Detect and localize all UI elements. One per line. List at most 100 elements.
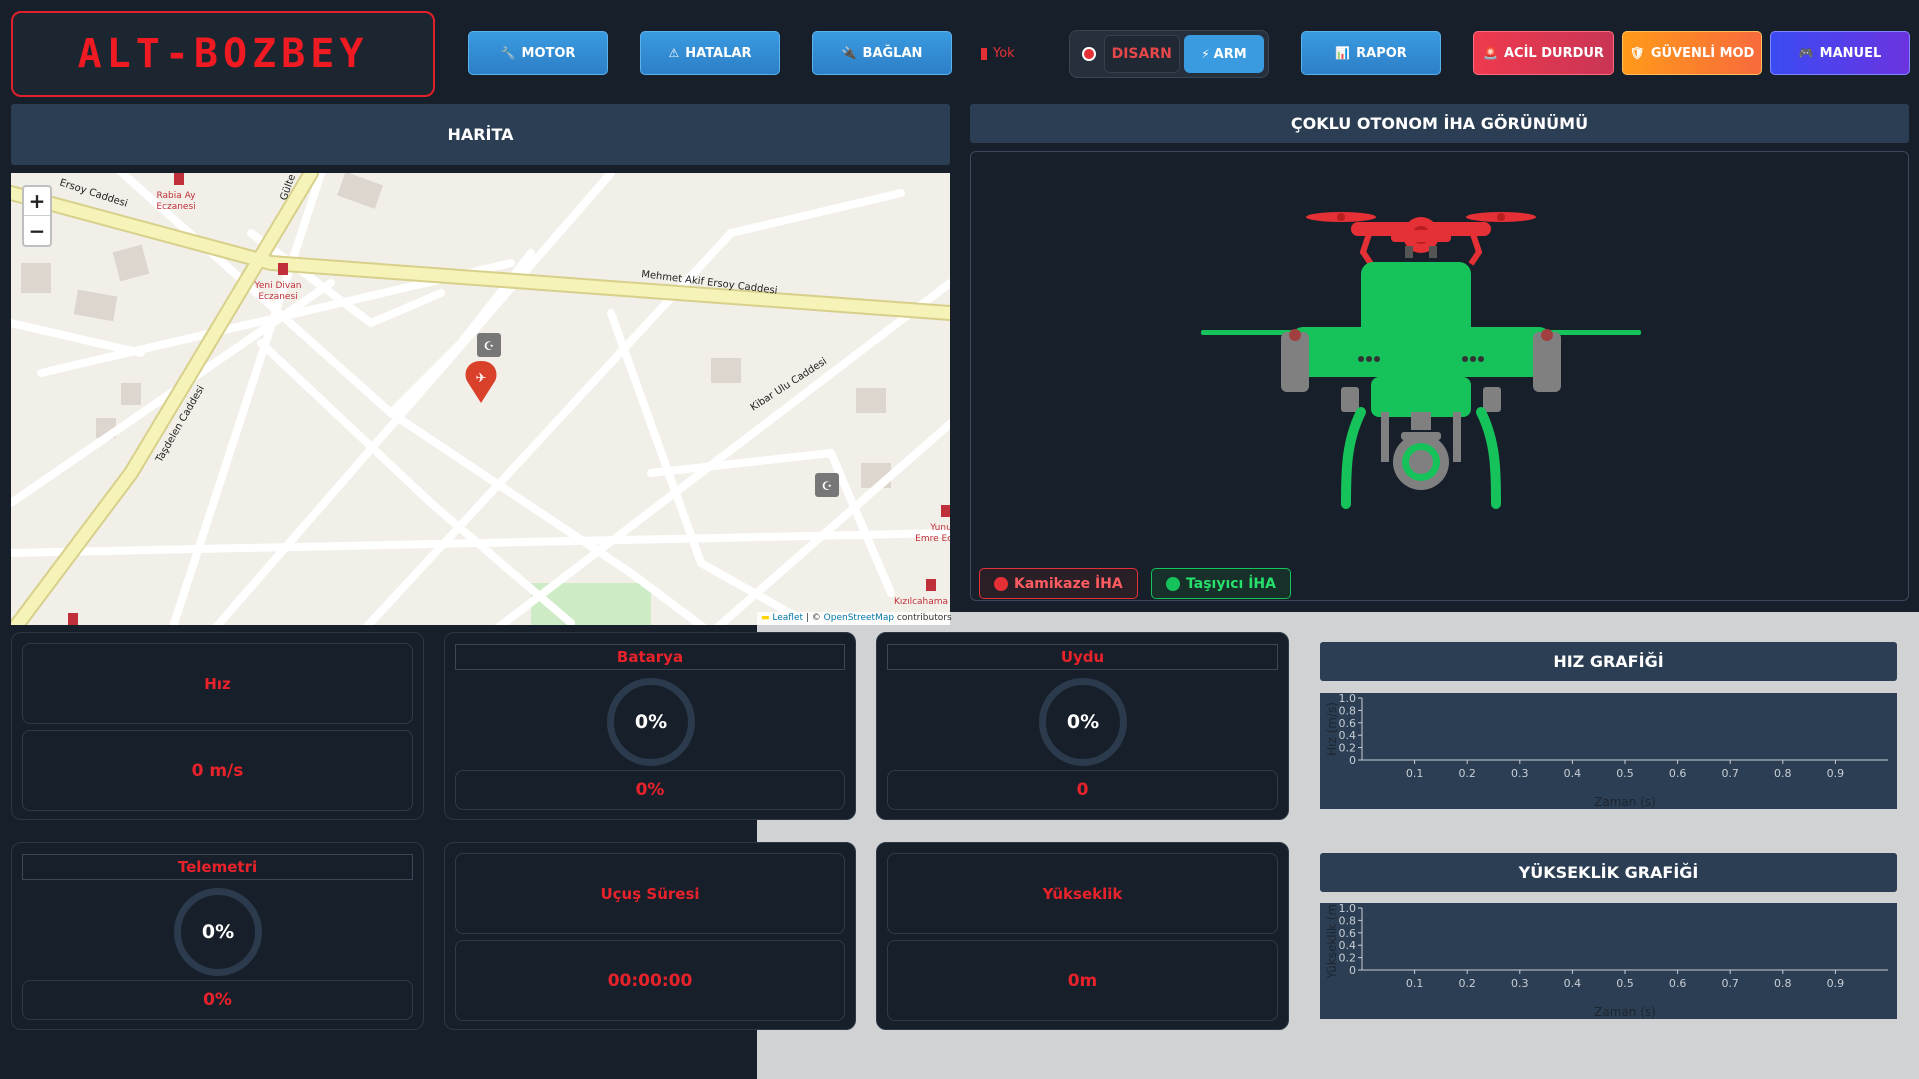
speed-card: Hız 0 m/s bbox=[11, 632, 424, 820]
legend-label: Kamikaze İHA bbox=[1014, 575, 1123, 592]
speed-chart-svg: 00.20.40.60.81.00.1 0.2 0.3 0.4 0.5 0.6 0.7 0.8… bbox=[1325, 692, 1888, 809]
carrier-drone-icon bbox=[1201, 262, 1641, 509]
x-axis-label: Zaman (s) bbox=[1594, 795, 1656, 809]
motor-button[interactable]: 🔧 MOTOR bbox=[468, 31, 608, 75]
leaflet-flag-icon: ▬ bbox=[761, 613, 770, 623]
altitude-chart-svg: 00.20.40.60.81.00.1 0.2 0.3 0.4 0.5 0.6 0.7 0.8… bbox=[1325, 899, 1888, 1019]
y-tick-label: 0 bbox=[1349, 754, 1356, 767]
connection-status-text: Yok bbox=[993, 46, 1015, 61]
speed-chart[interactable]: 0 0.2 0.4 0.6 0.8 1.0 0.1 0.2 0.3 0.4 0.5 0.6 0.7 0.8… bbox=[1320, 692, 1897, 809]
zoom-out-button[interactable]: − bbox=[24, 216, 50, 245]
connect-button-label: BAĞLAN bbox=[862, 45, 923, 61]
app-logo: ALT-BOZBEY bbox=[11, 11, 435, 97]
manual-button[interactable]: 🎮 MANUEL bbox=[1770, 31, 1910, 75]
satellite-value: 0 bbox=[887, 770, 1278, 810]
arm-button-label: ARM bbox=[1213, 46, 1247, 62]
map-view[interactable]: Mehmet Akif Ersoy Caddesi Ersoy Caddesi … bbox=[11, 173, 950, 625]
flight-time-label: Uçuş Süresi bbox=[455, 853, 845, 934]
battery-gauge: 0% bbox=[607, 678, 695, 766]
speed-value: 0 m/s bbox=[22, 730, 413, 811]
hdop-readout: HDOP: - bbox=[1852, 1043, 1900, 1057]
y-tick-label: 0.6 bbox=[1339, 717, 1357, 730]
report-button[interactable]: 📊 RAPOR bbox=[1301, 31, 1441, 75]
x-axis-label: Zaman (s) bbox=[1594, 1005, 1656, 1019]
x-tick-label: 0.9 bbox=[1827, 767, 1845, 780]
leaflet-link[interactable]: Leaflet bbox=[772, 613, 803, 623]
wrench-icon: 🔧 bbox=[500, 46, 516, 60]
x-tick-label: 0.3 bbox=[1511, 977, 1529, 990]
status-indicator-icon bbox=[981, 47, 987, 60]
errors-button[interactable]: ⚠ HATALAR bbox=[640, 31, 780, 75]
emergency-stop-button[interactable]: 🚨 ACİL DURDUR bbox=[1473, 31, 1614, 75]
legend-label: Taşıyıcı İHA bbox=[1186, 575, 1276, 592]
flight-time-card: Uçuş Süresi 00:00:00 bbox=[444, 842, 856, 1030]
osm-link[interactable]: OpenStreetMap bbox=[824, 613, 894, 623]
y-tick-label: 1.0 bbox=[1339, 903, 1357, 915]
errors-button-label: HATALAR bbox=[685, 45, 752, 61]
flight-time-value: 00:00:00 bbox=[455, 940, 845, 1021]
zoom-control: + − bbox=[22, 185, 52, 247]
speed-chart-title: HIZ GRAFİĞİ bbox=[1320, 642, 1897, 681]
y-tick-label: 0.4 bbox=[1339, 939, 1357, 952]
red-dot-icon bbox=[994, 576, 1008, 591]
y-axis-label: Yükseklik (m) bbox=[1325, 903, 1339, 980]
y-tick-label: 0.8 bbox=[1339, 914, 1357, 927]
legend-carrier[interactable]: Taşıyıcı İHA bbox=[1151, 568, 1291, 599]
lightning-icon: ⚡ bbox=[1201, 47, 1210, 61]
x-tick-label: 0.6 bbox=[1669, 977, 1687, 990]
poi-label: Yeni Divan bbox=[254, 281, 302, 291]
satellite-card: Uydu 0% 0 bbox=[876, 632, 1289, 820]
safe-mode-button[interactable]: 🛡 GÜVENLİ MOD bbox=[1622, 31, 1762, 75]
x-tick-label: 0.4 bbox=[1564, 767, 1582, 780]
y-tick-label: 0.8 bbox=[1339, 704, 1357, 717]
siren-icon: 🚨 bbox=[1483, 46, 1498, 60]
x-tick-label: 0.4 bbox=[1564, 977, 1582, 990]
x-tick-label: 0.1 bbox=[1406, 977, 1424, 990]
motor-button-label: MOTOR bbox=[521, 45, 576, 61]
battery-label: Batarya bbox=[455, 644, 845, 670]
battery-value: 0% bbox=[455, 770, 845, 810]
manual-button-label: MANUEL bbox=[1819, 45, 1882, 61]
x-tick-label: 0.5 bbox=[1616, 977, 1634, 990]
arm-toggle: DISARN ⚡ ARM bbox=[1069, 30, 1269, 78]
telemetry-gauge: 0% bbox=[174, 888, 262, 976]
poi-label: Yunu bbox=[929, 523, 950, 533]
legend-kamikaze[interactable]: Kamikaze İHA bbox=[979, 568, 1138, 599]
svg-text:☪: ☪ bbox=[822, 479, 833, 493]
altitude-chart-title: YÜKSEKLİK GRAFİĞİ bbox=[1320, 853, 1897, 892]
disarm-button[interactable]: DISARN bbox=[1103, 35, 1180, 73]
poi-label: Rabia Ay bbox=[156, 191, 196, 201]
connection-status: Yok bbox=[981, 46, 1015, 61]
speed-label: Hız bbox=[22, 643, 413, 724]
x-tick-label: 0.1 bbox=[1406, 767, 1424, 780]
arm-button[interactable]: ⚡ ARM bbox=[1183, 35, 1264, 73]
attribution-separator: | © bbox=[803, 613, 824, 623]
connect-button[interactable]: 🔌 BAĞLAN bbox=[812, 31, 952, 75]
y-axis-label: Hız (m/s) bbox=[1325, 702, 1339, 756]
drone-view-panel: Kamikaze İHA Taşıyıcı İHA bbox=[970, 151, 1909, 601]
satellite-label: Uydu bbox=[887, 644, 1278, 670]
x-tick-label: 0.2 bbox=[1458, 767, 1476, 780]
poi-label: Eczanesi bbox=[156, 202, 195, 212]
y-tick-label: 0.2 bbox=[1339, 742, 1357, 755]
emergency-stop-label: ACİL DURDUR bbox=[1503, 45, 1604, 61]
battery-card: Batarya 0% 0% bbox=[444, 632, 856, 820]
x-tick-label: 0.6 bbox=[1669, 767, 1687, 780]
telemetry-label: Telemetri bbox=[22, 854, 413, 880]
gamepad-icon: 🎮 bbox=[1798, 46, 1814, 60]
map-tiles: Mehmet Akif Ersoy Caddesi Ersoy Caddesi … bbox=[11, 173, 950, 625]
y-tick-label: 0.2 bbox=[1339, 952, 1357, 965]
altitude-card: Yükseklik 0m bbox=[876, 842, 1289, 1030]
report-button-label: RAPOR bbox=[1356, 45, 1407, 61]
drone-illustration bbox=[1201, 212, 1641, 509]
x-tick-label: 0.8 bbox=[1774, 767, 1792, 780]
attribution-contributors: contributors bbox=[894, 613, 952, 623]
x-tick-label: 0.8 bbox=[1774, 977, 1792, 990]
x-tick-label: 0.7 bbox=[1721, 767, 1739, 780]
zoom-in-button[interactable]: + bbox=[24, 187, 50, 216]
altitude-chart[interactable]: 0 0.2 0.4 0.6 0.8 1.0 0.1 0.2 0.3 0.4 0.5 0.6 0.7 0.8… bbox=[1320, 899, 1897, 1019]
kamikaze-drone-icon bbox=[1306, 212, 1536, 266]
svg-text:✈: ✈ bbox=[476, 371, 487, 386]
warning-icon: ⚠ bbox=[668, 46, 680, 60]
x-tick-label: 0.2 bbox=[1458, 977, 1476, 990]
